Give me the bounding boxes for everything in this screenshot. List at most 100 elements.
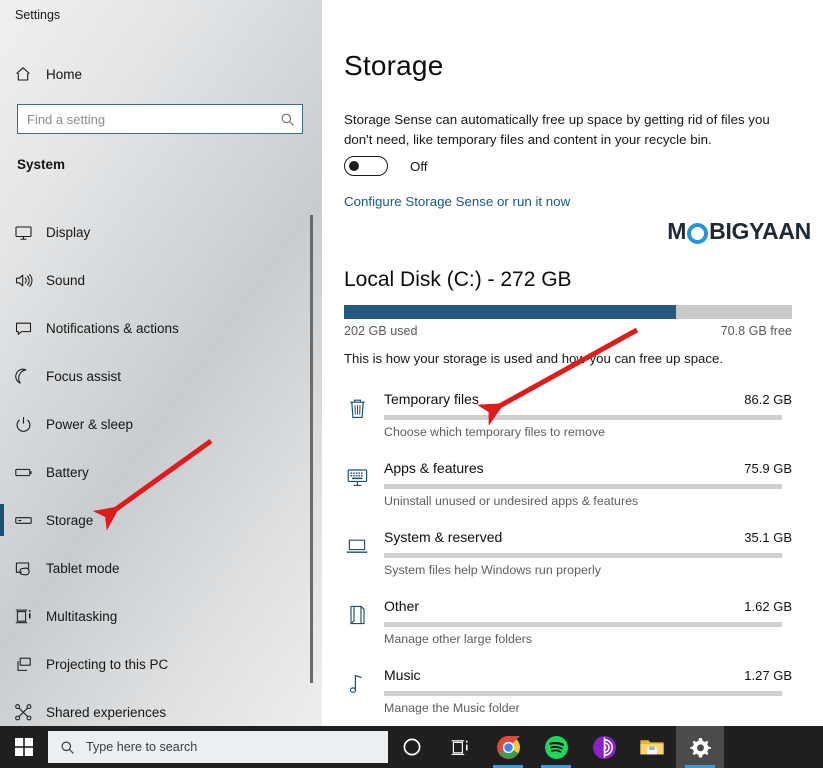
taskbar-search-placeholder: Type here to search — [86, 740, 198, 754]
watermark-circle-icon — [687, 223, 709, 244]
sidebar-item-projecting[interactable]: Projecting to this PC — [0, 640, 322, 688]
storage-category-subtitle: System files help Windows run properly — [384, 563, 601, 577]
storage-category-subtitle: Choose which temporary files to remove — [384, 425, 606, 439]
speaker-icon — [0, 271, 46, 290]
laptop-icon — [344, 532, 370, 560]
share-icon — [0, 703, 46, 722]
storage-category-bar — [384, 622, 782, 627]
sidebar-item-notifications-label: Notifications & actions — [46, 320, 179, 336]
sidebar-item-multitasking-label: Multitasking — [46, 608, 118, 624]
toggle-knob — [349, 161, 359, 171]
storage-category-size: 75.9 GB — [744, 461, 792, 476]
configure-storage-sense-link[interactable]: Configure Storage Sense or run it now — [344, 194, 570, 209]
home-icon — [0, 65, 46, 83]
tablet-icon — [0, 559, 46, 578]
sidebar-item-tablet-mode[interactable]: Tablet mode — [0, 544, 322, 592]
storage-sense-toggle[interactable] — [344, 156, 388, 176]
task-view-icon[interactable] — [436, 726, 484, 768]
watermark-text-after: BIGYAAN — [709, 218, 811, 244]
chrome-icon[interactable] — [484, 726, 532, 768]
disk-usage-bar — [344, 305, 792, 319]
storage-category-bar — [384, 553, 782, 558]
storage-category-other[interactable]: Other 1.62 GB Manage other large folders — [322, 593, 823, 662]
multitasking-icon — [0, 607, 46, 626]
storage-category-size: 35.1 GB — [744, 530, 792, 545]
monitor-icon — [0, 223, 46, 242]
drive-icon — [0, 511, 46, 530]
cortana-icon[interactable] — [388, 726, 436, 768]
sidebar-item-battery[interactable]: Battery — [0, 448, 322, 496]
sidebar-item-storage[interactable]: Storage — [0, 496, 322, 544]
sidebar-item-home-label: Home — [46, 66, 83, 82]
disk-free-label: 70.8 GB free — [720, 324, 792, 338]
storage-category-name: Other — [384, 598, 420, 614]
storage-category-subtitle: Uninstall unused or undesired apps & fea… — [384, 494, 639, 508]
storage-category-name: Apps & features — [384, 460, 484, 476]
local-disk-title: Local Disk (C:) - 272 GB — [344, 268, 572, 291]
sidebar-item-sound[interactable]: Sound — [0, 256, 322, 304]
disk-usage-fill — [344, 305, 676, 319]
trash-icon — [344, 394, 370, 422]
windows-taskbar: Type here to search — [0, 726, 823, 768]
sidebar-item-shared-experiences-label: Shared experiences — [46, 704, 167, 720]
sidebar-item-focus-assist[interactable]: Focus assist — [0, 352, 322, 400]
sidebar-item-display[interactable]: Display — [0, 208, 322, 256]
storage-category-music[interactable]: Music 1.27 GB Manage the Music folder — [322, 662, 823, 726]
apps-icon — [344, 463, 370, 491]
search-input[interactable] — [18, 111, 272, 127]
storage-category-name: System & reserved — [384, 529, 503, 545]
storage-category-bar — [384, 415, 782, 420]
storage-category-bar — [384, 691, 782, 696]
sidebar-item-sound-label: Sound — [46, 272, 86, 288]
storage-category-subtitle: Manage other large folders — [384, 632, 533, 646]
storage-category-size: 86.2 GB — [744, 392, 792, 407]
storage-category-temporary-files[interactable]: Temporary files 86.2 GB Choose which tem… — [322, 386, 823, 455]
page-title: Storage — [344, 50, 444, 81]
search-icon — [48, 740, 86, 755]
sidebar-item-notifications[interactable]: Notifications & actions — [0, 304, 322, 352]
storage-category-subtitle: Manage the Music folder — [384, 701, 520, 715]
storage-sense-toggle-row: Off — [344, 156, 428, 176]
sidebar-group-heading: System — [17, 157, 66, 172]
sidebar-item-display-label: Display — [46, 224, 91, 240]
moon-icon — [0, 367, 46, 386]
storage-category-name: Temporary files — [384, 391, 479, 407]
disk-used-label: 202 GB used — [344, 324, 418, 338]
search-icon[interactable] — [272, 106, 302, 132]
battery-icon — [0, 463, 46, 482]
settings-icon[interactable] — [676, 726, 724, 768]
storage-category-size: 1.27 GB — [744, 668, 792, 683]
sidebar-nav-list: Display Sound Notifications & actions Fo… — [0, 208, 322, 726]
folder-page-icon — [344, 601, 370, 629]
watermark-text-before: M — [667, 218, 687, 244]
start-button[interactable] — [0, 726, 48, 768]
selection-indicator — [0, 504, 4, 536]
storage-sense-toggle-state: Off — [410, 158, 428, 174]
sidebar-item-storage-label: Storage — [46, 512, 94, 528]
search-box[interactable] — [17, 104, 303, 134]
storage-category-name: Music — [384, 667, 421, 683]
spotify-icon[interactable] — [532, 726, 580, 768]
sidebar-scrollbar[interactable] — [310, 215, 313, 683]
storage-category-system-reserved[interactable]: System & reserved 35.1 GB System files h… — [322, 524, 823, 593]
storage-usage-note: This is how your storage is used and how… — [344, 351, 723, 366]
storage-settings-pane: Storage Storage Sense can automatically … — [322, 0, 823, 726]
sidebar-item-tablet-mode-label: Tablet mode — [46, 560, 120, 576]
storage-category-apps-features[interactable]: Apps & features 75.9 GB Uninstall unused… — [322, 455, 823, 524]
storage-category-list: Temporary files 86.2 GB Choose which tem… — [322, 386, 823, 726]
sidebar-item-multitasking[interactable]: Multitasking — [0, 592, 322, 640]
sidebar-item-power-sleep[interactable]: Power & sleep — [0, 400, 322, 448]
tor-browser-icon[interactable] — [580, 726, 628, 768]
taskbar-search-box[interactable]: Type here to search — [48, 731, 388, 763]
music-note-icon — [344, 670, 370, 698]
storage-sense-description: Storage Sense can automatically free up … — [344, 112, 770, 147]
sidebar-item-home[interactable]: Home — [0, 58, 322, 90]
app-title: Settings — [15, 8, 61, 22]
file-explorer-icon[interactable] — [628, 726, 676, 768]
projection-icon — [0, 655, 46, 674]
settings-sidebar: Settings Home System — [0, 0, 322, 726]
power-icon — [0, 415, 46, 434]
storage-category-size: 1.62 GB — [744, 599, 792, 614]
sidebar-item-battery-label: Battery — [46, 464, 89, 480]
sidebar-item-shared-experiences[interactable]: Shared experiences — [0, 688, 322, 726]
